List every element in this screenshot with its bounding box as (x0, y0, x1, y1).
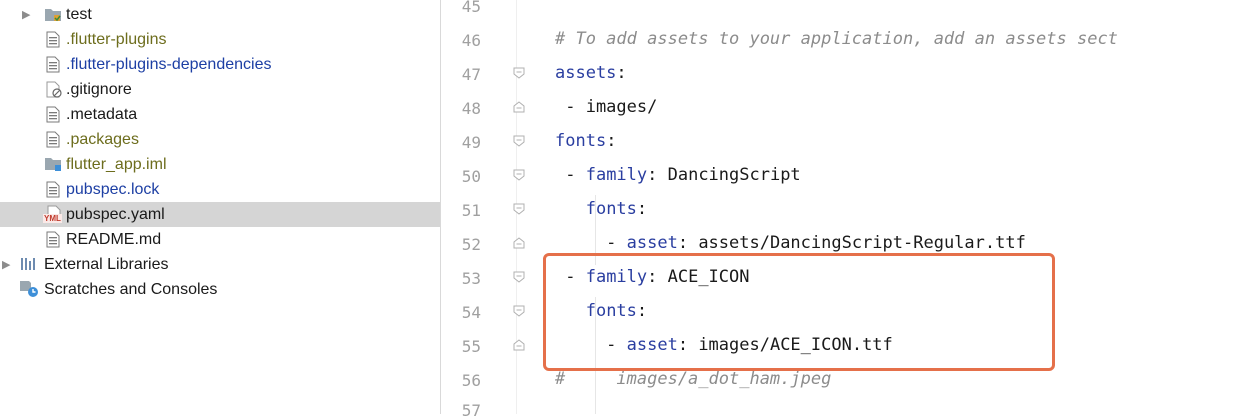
text-file-icon (46, 106, 62, 123)
code-line-47[interactable]: assets: (555, 63, 627, 83)
fold-open-icon[interactable] (513, 305, 525, 317)
tree-item-pubspec-lock[interactable]: pubspec.lock (0, 177, 440, 202)
line-number: 56 (461, 371, 481, 390)
tree-item-label: flutter_app.iml (66, 155, 167, 173)
tree-item-label: .flutter-plugins-dependencies (66, 55, 272, 73)
ignore-file-icon (46, 81, 62, 98)
code-line-50[interactable]: - family: DancingScript (555, 165, 801, 185)
code-line-56[interactable]: # images/a_dot_ham.jpeg (555, 369, 831, 389)
yaml-key: fonts (585, 199, 637, 219)
text-file-icon (46, 131, 62, 148)
line-number: 51 (461, 201, 481, 220)
line-number: 57 (461, 401, 481, 420)
yaml-badge: YML (43, 214, 62, 223)
tree-item-label: pubspec.yaml (66, 205, 165, 223)
yaml-text (555, 199, 586, 219)
line-number: 47 (461, 65, 481, 84)
line-number: 46 (461, 31, 481, 50)
code-line-49[interactable]: fonts: (555, 131, 616, 151)
tree-item-flutter-plugins[interactable]: .flutter-plugins (0, 27, 440, 52)
tree-item-packages[interactable]: .packages (0, 127, 440, 152)
module-file-icon (44, 156, 61, 172)
yaml-text: - (555, 165, 586, 185)
tree-item-test[interactable]: ▶ test (0, 2, 440, 27)
line-number: 50 (461, 167, 481, 186)
fold-open-icon[interactable] (513, 271, 525, 283)
fold-close-icon[interactable] (513, 101, 525, 113)
project-tree: ▶ test .flutter-plugins .flutter-plugins… (0, 0, 440, 414)
text-file-icon (46, 181, 62, 198)
yaml-key: family (585, 165, 648, 185)
fold-close-icon[interactable] (513, 237, 525, 249)
tree-item-external-libraries[interactable]: ▶ External Libraries (0, 252, 440, 277)
folder-test-icon (44, 6, 61, 22)
yaml-text: : (616, 63, 627, 83)
expand-arrow-icon[interactable]: ▶ (2, 258, 10, 271)
line-number: 55 (461, 337, 481, 356)
code-line-51[interactable]: fonts: (555, 199, 647, 219)
tree-item-pubspec-yaml[interactable]: YML pubspec.yaml (0, 202, 440, 227)
fold-open-icon[interactable] (513, 67, 525, 79)
code-line-46[interactable]: # To add assets to your application, add… (555, 29, 1118, 49)
text-file-icon (46, 31, 62, 48)
tree-item-label: README.md (66, 230, 162, 248)
line-number: 45 (461, 0, 481, 16)
line-number: 48 (461, 99, 481, 118)
yaml-key: assets (555, 63, 617, 83)
tree-item-scratches[interactable]: Scratches and Consoles (0, 277, 440, 302)
tree-item-label: pubspec.lock (66, 180, 160, 198)
libraries-icon (20, 256, 36, 272)
tree-item-metadata[interactable]: .metadata (0, 102, 440, 127)
line-number: 53 (461, 269, 481, 288)
code-line-48[interactable]: - images/ (555, 97, 657, 117)
fold-open-icon[interactable] (513, 203, 525, 215)
tree-item-label: Scratches and Consoles (44, 280, 218, 298)
text-file-icon (46, 56, 62, 73)
yaml-key: asset (626, 233, 678, 253)
tree-item-label: External Libraries (44, 255, 169, 273)
tree-item-label: .flutter-plugins (66, 30, 167, 48)
expand-arrow-icon[interactable]: ▶ (22, 8, 30, 21)
tree-item-gitignore[interactable]: .gitignore (0, 77, 440, 102)
line-number: 52 (461, 235, 481, 254)
yaml-text: - (555, 233, 627, 253)
highlight-annotation-box (543, 253, 1055, 371)
fold-open-icon[interactable] (513, 135, 525, 147)
tree-item-label: .metadata (66, 105, 138, 123)
tree-item-label: .packages (66, 130, 139, 148)
fold-open-icon[interactable] (513, 169, 525, 181)
text-file-icon (46, 231, 62, 248)
line-number: 49 (461, 133, 481, 152)
yaml-key: fonts (555, 131, 607, 151)
tree-item-label: test (66, 5, 92, 23)
yaml-text: : (606, 131, 617, 151)
yaml-file-icon: YML (43, 205, 65, 223)
line-number: 54 (461, 303, 481, 322)
code-line-52[interactable]: - asset: assets/DancingScript-Regular.tt… (555, 233, 1026, 253)
yaml-text: : (636, 199, 648, 219)
yaml-text: : assets/DancingScript-Regular.ttf (677, 233, 1026, 253)
fold-close-icon[interactable] (513, 339, 525, 351)
tree-item-label: .gitignore (66, 80, 132, 98)
yaml-text: : DancingScript (647, 165, 801, 185)
tree-item-readme[interactable]: README.md (0, 227, 440, 252)
tree-item-flutter-plugins-dependencies[interactable]: .flutter-plugins-dependencies (0, 52, 440, 77)
tree-item-flutter-app-iml[interactable]: flutter_app.iml (0, 152, 440, 177)
scratches-icon (19, 280, 41, 298)
